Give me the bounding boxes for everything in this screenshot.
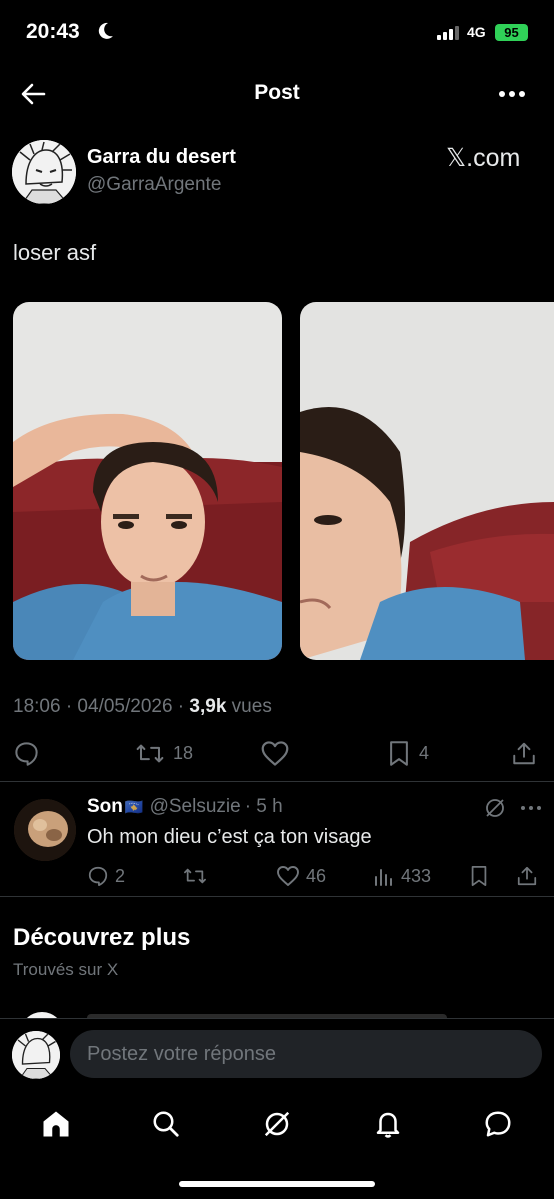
reply-icon — [15, 741, 38, 766]
nav-search[interactable] — [146, 1104, 186, 1144]
post-timestamp: 18:06 · 04/05/2026 · — [13, 696, 190, 717]
divider — [0, 781, 554, 782]
post-action-bar: 18 4 — [0, 735, 554, 771]
grok-icon — [264, 1111, 290, 1137]
reply-reply-count: 2 — [115, 865, 126, 886]
reply-button[interactable] — [13, 735, 48, 771]
share-icon — [513, 742, 535, 764]
author-handle[interactable]: @GarraArgente — [87, 174, 221, 196]
bell-icon — [376, 1112, 400, 1138]
network-label: 4G — [467, 24, 486, 40]
bookmark-icon — [390, 740, 408, 766]
like-button[interactable] — [260, 735, 298, 771]
repost-icon — [136, 744, 164, 762]
reply-like-button[interactable]: 46 — [276, 861, 326, 891]
bookmark-count: 4 — [419, 742, 430, 763]
reply-age: · 5 h — [244, 796, 283, 817]
reply-bookmark-button[interactable] — [469, 861, 489, 891]
heart-icon — [277, 866, 299, 886]
heart-icon — [261, 740, 289, 766]
reply-like-count: 46 — [306, 865, 327, 886]
repost-icon — [184, 868, 206, 884]
share-icon — [517, 866, 537, 886]
nav-notifications[interactable] — [368, 1104, 408, 1144]
messages-icon — [485, 1111, 511, 1137]
bookmark-button[interactable]: 4 — [387, 735, 429, 771]
battery-indicator: 95 — [495, 24, 528, 41]
post-text: loser asf — [13, 240, 97, 265]
reply-repost-button[interactable] — [182, 861, 214, 891]
nav-grok[interactable] — [257, 1104, 297, 1144]
nav-messages[interactable] — [478, 1104, 518, 1144]
share-button[interactable] — [511, 735, 537, 771]
author-avatar[interactable] — [12, 140, 76, 204]
reply-author-name[interactable]: Son — [87, 796, 123, 817]
post-meta: 18:06 · 04/05/2026 · 3,9k vues — [13, 696, 272, 718]
reply-views-button[interactable]: 433 — [373, 861, 431, 891]
status-time: 20:43 — [26, 20, 80, 43]
search-icon — [153, 1111, 179, 1137]
home-indicator[interactable] — [179, 1181, 375, 1187]
reply-share-button[interactable] — [516, 861, 538, 891]
reply-views-count: 433 — [401, 865, 432, 886]
reply-input[interactable] — [70, 1030, 542, 1078]
bookmark-icon — [471, 865, 487, 887]
more-options-icon[interactable] — [495, 82, 529, 106]
user-avatar[interactable] — [12, 1031, 60, 1079]
discover-title: Découvrez plus — [13, 924, 191, 951]
manga-avatar-illustration — [12, 1031, 60, 1079]
repost-count: 18 — [173, 742, 194, 763]
nav-home[interactable] — [36, 1104, 76, 1144]
views-chart-icon — [375, 869, 392, 886]
discover-subtitle: Trouvés sur X — [13, 960, 119, 979]
moon-icon — [98, 22, 113, 39]
manga-avatar-illustration — [12, 140, 76, 204]
reply-handle[interactable]: @Selsuzie — [150, 796, 241, 817]
post-image-2[interactable] — [300, 302, 554, 660]
views-label: vues — [226, 696, 272, 717]
reply-text: Oh mon dieu c’est ça ton visage — [87, 826, 372, 848]
repost-button[interactable]: 18 — [135, 735, 193, 771]
post-image-1[interactable] — [13, 302, 282, 660]
signal-icon — [437, 26, 459, 40]
reply-more-icon[interactable] — [520, 800, 542, 816]
status-bar: 20:43 4G 95 — [0, 0, 554, 66]
page-title: Post — [254, 81, 300, 104]
reply-reply-button[interactable]: 2 — [87, 861, 125, 891]
author-name[interactable]: Garra du desert — [87, 146, 236, 169]
source-watermark: 𝕏.com — [446, 144, 521, 172]
reply-avatar[interactable] — [14, 799, 76, 861]
divider — [0, 896, 554, 897]
reply-action-bar: 2 46 433 — [0, 861, 554, 891]
bottom-nav — [0, 1092, 554, 1162]
home-icon — [43, 1111, 69, 1137]
reply-icon — [88, 866, 108, 887]
reply-header: Son 🇽🇰 @Selsuzie · 5 h — [87, 796, 283, 818]
flag-emoji: 🇽🇰 — [124, 799, 144, 816]
views-count: 3,9k — [189, 696, 227, 717]
grok-icon[interactable] — [484, 797, 506, 819]
reply-avatar-image — [14, 799, 76, 861]
